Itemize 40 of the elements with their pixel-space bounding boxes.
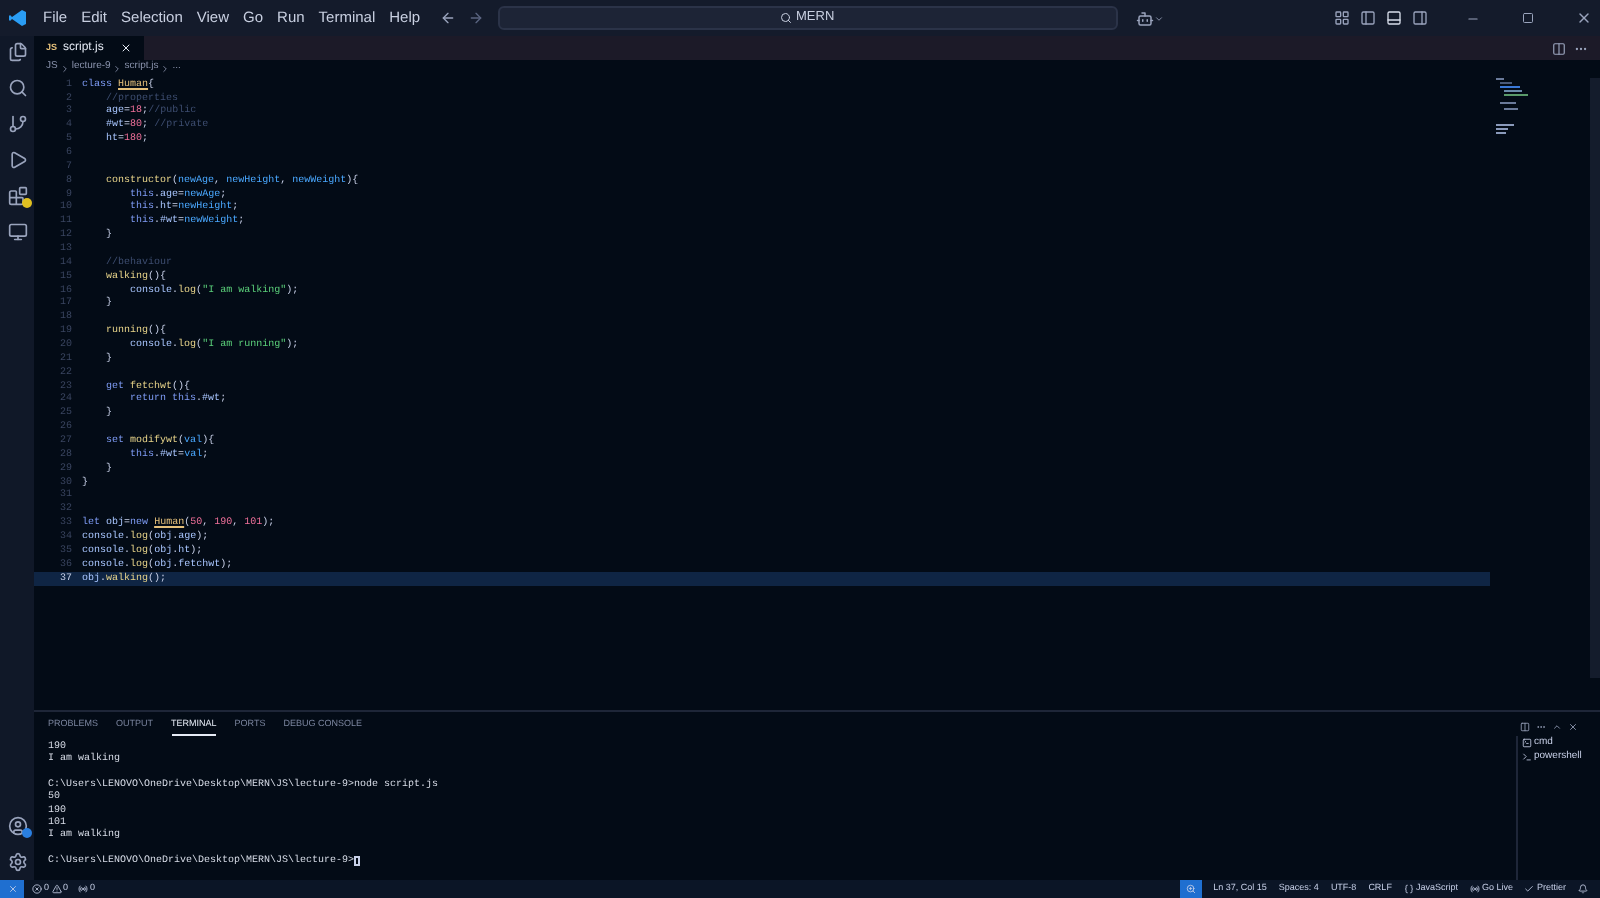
braces-icon xyxy=(1403,884,1414,894)
split-terminal-icon[interactable] xyxy=(1520,721,1530,731)
terminal-icon xyxy=(1522,738,1532,748)
monitor-icon[interactable] xyxy=(7,222,27,242)
extensions-icon[interactable] xyxy=(7,186,27,206)
caret-icon[interactable] xyxy=(1153,13,1164,23)
panel-left-icon[interactable] xyxy=(1360,10,1376,26)
panel-bottom-icon[interactable] xyxy=(1386,10,1402,26)
search-icon xyxy=(780,12,792,24)
split-editor-icon[interactable] xyxy=(1552,41,1566,55)
bell-icon[interactable] xyxy=(1578,884,1588,894)
forward-icon[interactable] xyxy=(467,10,484,26)
chevron-icon xyxy=(59,63,70,73)
panel-right-icon[interactable] xyxy=(1412,10,1428,26)
chevron-icon xyxy=(112,63,123,73)
badge-icon xyxy=(21,828,31,838)
cursor-icon xyxy=(354,856,361,867)
badge-icon xyxy=(21,198,31,208)
maximize-panel-icon[interactable] xyxy=(1552,721,1562,731)
run-icon[interactable] xyxy=(7,150,27,170)
warning-icon xyxy=(51,884,62,894)
branch-icon[interactable] xyxy=(7,114,27,134)
search-icon[interactable] xyxy=(7,78,27,98)
layout-icon[interactable] xyxy=(1334,10,1350,26)
error-icon xyxy=(32,884,42,894)
ports-icon xyxy=(78,884,89,894)
maximize-icon[interactable] xyxy=(1522,12,1534,24)
robot-icon[interactable] xyxy=(1135,9,1154,27)
check-icon xyxy=(1524,884,1535,894)
app-logo-icon xyxy=(8,8,28,28)
terminal-icon xyxy=(1522,752,1532,762)
close-icon[interactable] xyxy=(1576,10,1592,26)
account-icon[interactable] xyxy=(7,816,27,836)
settings-icon[interactable] xyxy=(7,852,27,872)
broadcast-icon xyxy=(1469,884,1480,894)
zoom-button[interactable] xyxy=(1179,880,1202,898)
chevron-icon xyxy=(160,63,171,73)
files-icon[interactable] xyxy=(7,42,27,62)
back-icon[interactable] xyxy=(439,10,456,26)
zoom-icon xyxy=(1185,884,1196,894)
